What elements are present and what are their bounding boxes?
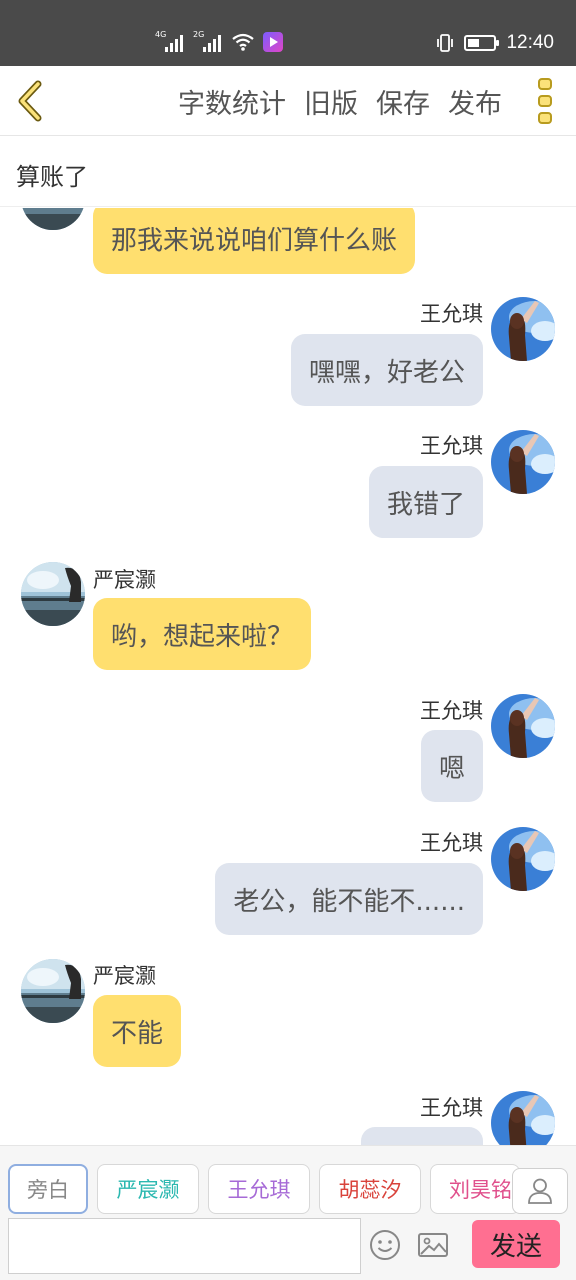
speaker-name: 王允琪	[420, 434, 483, 458]
role-chip-liu[interactable]: 刘昊铭	[430, 1164, 520, 1214]
old-version-button[interactable]: 旧版	[304, 82, 358, 121]
status-icons-left: 4G 2G	[155, 30, 283, 54]
story-title: 算账了	[16, 163, 88, 191]
speaker-name: 严宸灏	[93, 964, 156, 988]
avatar-wang[interactable]	[491, 827, 555, 891]
role-chips: 旁白 严宸灏 王允琪 胡蕊汐 刘昊铭	[8, 1164, 520, 1214]
role-chip-narrator[interactable]: 旁白	[8, 1164, 88, 1214]
clock: 12:40	[506, 32, 554, 53]
video-app-icon	[263, 32, 283, 52]
status-bar: 4G 2G 12:40	[0, 0, 576, 66]
role-chip-yan[interactable]: 严宸灏	[97, 1164, 199, 1214]
avatar-wang[interactable]	[491, 1091, 555, 1145]
composer-bar: 旁白 严宸灏 王允琪 胡蕊汐 刘昊铭 发送	[0, 1145, 576, 1280]
speaker-name: 王允琪	[420, 699, 483, 723]
editor-header: 字数统计 旧版 保存 发布	[0, 66, 576, 136]
signal-icon: 4G	[155, 30, 185, 52]
message-bubble[interactable]: 哟，想起来啦？	[93, 598, 312, 670]
message-bubble[interactable]: 那我来说说咱们算什么账	[93, 208, 416, 274]
wifi-icon	[232, 33, 254, 51]
story-title-bar[interactable]: 算账了	[0, 137, 576, 207]
message-bubble[interactable]: 嗯	[420, 730, 483, 802]
message-bubble[interactable]	[361, 1127, 483, 1145]
message-bubble[interactable]: 我错了	[368, 466, 483, 538]
role-chip-hu[interactable]: 胡蕊汐	[319, 1164, 421, 1214]
chat-list[interactable]: 那我来说说咱们算什么账 王允琪 嘿嘿，好老公 王允琪 我错了 严宸灏 哟，想起来…	[0, 208, 576, 1145]
avatar-yan[interactable]	[21, 208, 85, 230]
smiley-icon[interactable]	[368, 1228, 402, 1262]
chevron-left-icon[interactable]	[14, 80, 46, 122]
word-count-button[interactable]: 字数统计	[178, 82, 286, 121]
screen: 4G 2G 12:40 字数统计 旧版 保存 发布 算账了 那我来说说咱们算什么…	[0, 0, 576, 1280]
status-icons-right: 12:40	[436, 30, 554, 56]
battery-icon	[464, 35, 500, 51]
message-bubble[interactable]: 嘿嘿，好老公	[290, 334, 483, 406]
avatar-wang[interactable]	[491, 430, 555, 494]
avatar-wang[interactable]	[491, 694, 555, 758]
battery-level	[468, 39, 480, 47]
avatar-yan[interactable]	[21, 562, 85, 626]
avatar-wang[interactable]	[491, 297, 555, 361]
person-icon	[528, 1178, 552, 1204]
header-actions: 字数统计 旧版 保存 发布	[178, 80, 502, 122]
send-button[interactable]: 发送	[472, 1220, 560, 1268]
speaker-name: 王允琪	[420, 1096, 483, 1120]
speaker-name: 王允琪	[420, 302, 483, 326]
message-input[interactable]	[8, 1218, 361, 1274]
message-bubble[interactable]: 老公，能不能不......	[215, 863, 483, 935]
speaker-name: 王允琪	[420, 831, 483, 855]
message-bubble[interactable]: 不能	[93, 995, 182, 1067]
save-button[interactable]: 保存	[376, 82, 430, 121]
vibrate-icon	[437, 34, 454, 52]
signal-icon-2: 2G	[193, 30, 223, 52]
more-vertical-icon[interactable]	[536, 78, 554, 124]
speaker-name: 严宸灏	[93, 568, 156, 592]
avatar-yan[interactable]	[21, 959, 85, 1023]
role-chip-wang[interactable]: 王允琪	[208, 1164, 310, 1214]
publish-button[interactable]: 发布	[448, 82, 502, 121]
image-icon[interactable]	[416, 1228, 450, 1262]
manage-roles-button[interactable]	[512, 1168, 568, 1214]
